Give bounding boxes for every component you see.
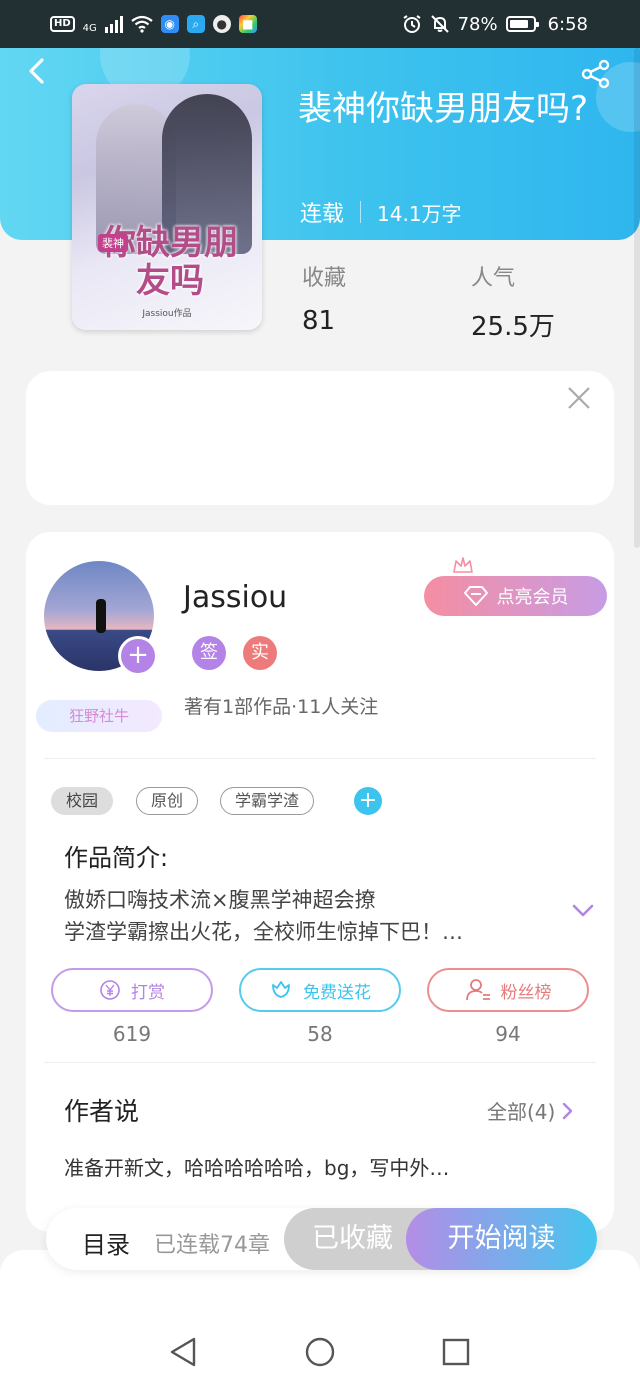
- avatar-silhouette: [96, 599, 106, 633]
- reward-label: 打赏: [131, 982, 165, 1003]
- meta-divider: [360, 201, 362, 223]
- vip-button-label: 点亮会员: [496, 587, 569, 608]
- ad-close-button[interactable]: [566, 385, 592, 411]
- add-tag-button[interactable]: +: [354, 787, 382, 815]
- ad-card[interactable]: [26, 371, 614, 505]
- popularity-stat: 人气 25.5万: [471, 260, 555, 343]
- network-label: 4G: [82, 22, 97, 34]
- close-icon: [568, 387, 590, 409]
- user-rank-icon: [465, 979, 490, 1001]
- expand-intro-button[interactable]: [570, 900, 596, 920]
- fan-rank-label: 粉丝榜: [500, 982, 552, 1003]
- search-app-icon: ⌕: [186, 15, 205, 33]
- wifi-icon: [131, 15, 153, 33]
- fan-rank-button[interactable]: 粉丝榜: [427, 968, 589, 1012]
- author-name[interactable]: Jassiou: [183, 580, 287, 615]
- mute-icon: [430, 15, 449, 33]
- scrollbar[interactable]: [634, 48, 640, 548]
- chevron-left-icon: [29, 58, 44, 84]
- yuan-icon: [100, 980, 120, 1000]
- circle-home-icon: [305, 1337, 335, 1367]
- favorites-value: 81: [302, 306, 336, 336]
- vip-button[interactable]: 点亮会员: [424, 576, 607, 616]
- square-recents-icon: [442, 1338, 470, 1366]
- author-says-all-link[interactable]: 全部(4): [487, 1096, 575, 1125]
- author-title-badge: 狂野社牛: [36, 700, 162, 732]
- nav-home-button[interactable]: [298, 1330, 342, 1374]
- word-count: 14.1万字: [377, 201, 462, 226]
- reward-button[interactable]: 打赏: [51, 968, 213, 1012]
- chevron-right-icon: [563, 1102, 573, 1119]
- reward-count: 619: [112, 1022, 152, 1046]
- send-flower-label: 免费送花: [303, 982, 371, 1003]
- colorful-app-icon: ■: [238, 15, 257, 33]
- signed-badge: 签: [192, 636, 226, 670]
- hd-icon: HD: [50, 16, 75, 32]
- book-meta: 连载 14.1万字: [300, 196, 462, 228]
- nav-recents-button[interactable]: [434, 1330, 478, 1374]
- status-bar: HD 4G ◉ ⌕ ● ■ 78% 6:58: [0, 0, 640, 48]
- message-app-icon: ●: [212, 15, 231, 33]
- intro-text[interactable]: 傲娇口嗨技术流×腹黑学神超会撩 学渣学霸擦出火花，全校师生惊掉下巴！…: [64, 884, 544, 948]
- fan-count: 94: [495, 1022, 521, 1046]
- author-info: 著有1部作品·11人关注: [184, 696, 379, 718]
- diamond-icon: [463, 586, 488, 606]
- chevron-down-icon: [572, 904, 594, 917]
- author-says-title: 作者说: [64, 1097, 140, 1126]
- cover-credit: Jassiou作品: [142, 309, 192, 319]
- book-status: 连载: [300, 202, 345, 227]
- cover-tag: 裴神: [98, 234, 128, 252]
- tag-original[interactable]: 原创: [136, 787, 199, 815]
- favorites-label: 收藏: [302, 266, 347, 291]
- nav-back-button[interactable]: [162, 1330, 206, 1374]
- tag-scholar[interactable]: 学霸学渣: [220, 787, 315, 815]
- intro-line-2: 学渣学霸擦出火花，全校师生惊掉下巴！…: [64, 920, 463, 944]
- send-flower-button[interactable]: 免费送花: [239, 968, 401, 1012]
- intro-line-1: 傲娇口嗨技术流×腹黑学神超会撩: [64, 888, 376, 912]
- clock: 6:58: [547, 13, 588, 35]
- book-title: 裴神你缺男朋友吗?: [298, 89, 589, 129]
- favorites-stat: 收藏 81: [302, 260, 346, 336]
- author-says-all-label: 全部(4): [487, 1100, 556, 1124]
- catalog-button[interactable]: 目录: [82, 1225, 130, 1260]
- triangle-back-icon: [170, 1337, 196, 1367]
- author-says-text[interactable]: 准备开新文，哈哈哈哈哈哈，bg，写中外…: [64, 1152, 449, 1181]
- divider: [44, 758, 596, 759]
- popularity-value: 25.5万: [471, 312, 555, 342]
- chapter-count[interactable]: 已连载74章: [154, 1227, 270, 1259]
- app-notification-icon: ◉: [160, 15, 179, 33]
- battery-icon: [505, 16, 539, 32]
- flower-count: 58: [307, 1022, 333, 1046]
- divider: [44, 1062, 596, 1063]
- verified-badge: 实: [243, 636, 277, 670]
- alarm-icon: [403, 15, 421, 33]
- signal-icon: [104, 15, 123, 33]
- bottom-action-bar: 目录 已连载74章 已收藏 开始阅读: [46, 1208, 597, 1270]
- battery-percent: 78%: [457, 13, 498, 35]
- crown-icon: [453, 557, 473, 573]
- flower-icon: [272, 981, 290, 998]
- book-cover[interactable]: 你缺男朋友吗 裴神 Jassiou作品: [72, 84, 262, 330]
- start-reading-button[interactable]: 开始阅读: [406, 1208, 597, 1270]
- back-button[interactable]: [22, 56, 54, 88]
- follow-author-button[interactable]: +: [118, 636, 158, 676]
- intro-title: 作品简介:: [64, 844, 169, 872]
- tag-campus[interactable]: 校园: [51, 787, 114, 815]
- popularity-label: 人气: [471, 266, 516, 291]
